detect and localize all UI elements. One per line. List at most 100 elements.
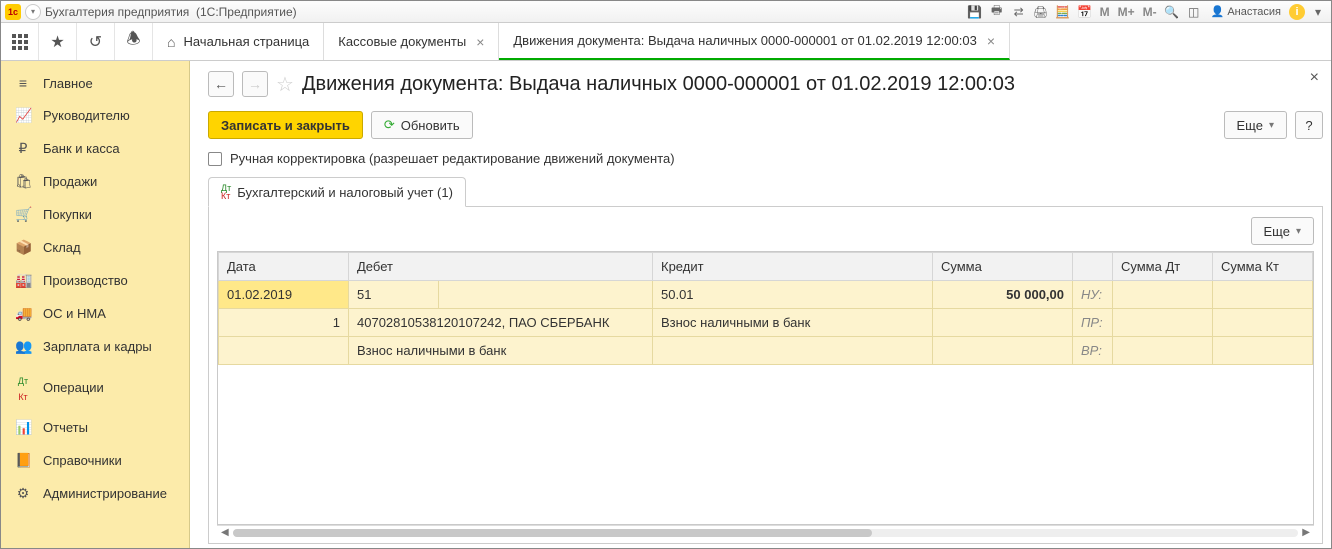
sidebar-item-catalogs[interactable]: 📙Справочники	[1, 444, 189, 477]
cell-credit	[653, 337, 933, 365]
sidebar-item-sales[interactable]: 🛍 Продажи	[1, 165, 189, 198]
cart-icon: 🛒	[15, 206, 31, 223]
sidebar-item-label: Справочники	[43, 453, 122, 468]
tab-home[interactable]: ⌂ Начальная страница	[153, 23, 324, 60]
print-icon[interactable]: 🖶	[988, 4, 1006, 20]
calc-icon[interactable]: 🧮	[1054, 4, 1072, 20]
user-badge[interactable]: 👤Анастасия	[1207, 5, 1285, 18]
cell-nu: НУ:	[1073, 281, 1113, 309]
sidebar-item-manager[interactable]: 📈Руководителю	[1, 99, 189, 132]
m-button[interactable]: M	[1098, 5, 1112, 19]
tab-accounting[interactable]: ДтКт Бухгалтерский и налоговый учет (1)	[208, 177, 466, 207]
write-close-button[interactable]: Записать и закрыть	[208, 111, 363, 139]
sidebar-item-assets[interactable]: 🚚ОС и НМА	[1, 297, 189, 330]
sidebar-item-label: Продажи	[43, 174, 97, 189]
factory-icon: 🏭	[15, 272, 31, 289]
scroll-left-icon[interactable]: ◀	[221, 527, 229, 538]
cell-sumdt	[1113, 337, 1213, 365]
horizontal-scrollbar[interactable]: ◀ ▶	[217, 525, 1314, 539]
favorite-icon[interactable]: ☆	[276, 72, 294, 97]
sidebar-item-label: Покупки	[43, 207, 92, 222]
calendar-icon[interactable]: 📅	[1076, 4, 1094, 20]
sidebar-item-label: Главное	[43, 76, 93, 91]
mminus-button[interactable]: M-	[1141, 5, 1159, 19]
cell-sumkt	[1213, 309, 1313, 337]
sidebar-item-hr[interactable]: 👥Зарплата и кадры	[1, 330, 189, 363]
box-icon: 📦	[15, 239, 31, 256]
page-title: Движения документа: Выдача наличных 0000…	[302, 73, 1015, 96]
tab-document-movements[interactable]: Движения документа: Выдача наличных 0000…	[499, 23, 1010, 60]
tab-cash-documents[interactable]: Кассовые документы ×	[324, 23, 499, 60]
cell-date: 01.02.2019	[219, 281, 349, 309]
col-sumdt[interactable]: Сумма Дт	[1113, 253, 1213, 281]
sidebar-item-purchases[interactable]: 🛒 Покупки	[1, 198, 189, 231]
close-icon[interactable]: ×	[1310, 69, 1319, 87]
compare-icon[interactable]: ⇄	[1010, 4, 1028, 20]
col-sum[interactable]: Сумма	[933, 253, 1073, 281]
cell-debit: 51	[349, 281, 439, 309]
back-button[interactable]: ←	[208, 71, 234, 97]
cell-empty	[219, 337, 349, 365]
close-icon[interactable]: ×	[987, 33, 995, 49]
col-sumkt[interactable]: Сумма Кт	[1213, 253, 1313, 281]
sidebar-item-label: Отчеты	[43, 420, 88, 435]
sidebar-item-label: Производство	[43, 273, 128, 288]
forward-button[interactable]: →	[242, 71, 268, 97]
cell-debit: Взнос наличными в банк	[349, 337, 653, 365]
col-empty	[1073, 253, 1113, 281]
sidebar-item-bank[interactable]: ₽Банк и касса	[1, 132, 189, 165]
sidebar-item-operations[interactable]: ДтКтОперации	[1, 363, 189, 411]
cell-sumkt	[1213, 337, 1313, 365]
cell-debit-sub	[439, 281, 653, 309]
col-credit[interactable]: Кредит	[653, 253, 933, 281]
cell-pr: ПР:	[1073, 309, 1113, 337]
scroll-right-icon[interactable]: ▶	[1302, 527, 1310, 538]
sidebar-item-admin[interactable]: ⚙Администрирование	[1, 477, 189, 510]
panel-icon[interactable]: ◫	[1185, 4, 1203, 20]
bag-icon: 🛍	[15, 173, 31, 190]
content-area: × ← → ☆ Движения документа: Выдача налич…	[190, 61, 1331, 548]
close-icon[interactable]: ×	[476, 34, 484, 50]
cell-sumdt	[1113, 281, 1213, 309]
save-icon[interactable]: 💾	[966, 4, 984, 20]
cell-sum: 50 000,00	[933, 281, 1073, 309]
info-icon[interactable]: i	[1289, 4, 1305, 20]
cell-sum	[933, 337, 1073, 365]
table-row[interactable]: Взнос наличными в банк ВР:	[219, 337, 1313, 365]
titlebar-dropdown-icon[interactable]: ▾	[1309, 4, 1327, 20]
print2-icon[interactable]: 🖨	[1032, 4, 1050, 20]
cell-sumkt	[1213, 281, 1313, 309]
cell-sumdt	[1113, 309, 1213, 337]
star-icon[interactable]: ★	[39, 23, 77, 60]
cell-n: 1	[219, 309, 349, 337]
sidebar-item-main[interactable]: ≡Главное	[1, 67, 189, 99]
bell-icon[interactable]: 🕭	[115, 23, 153, 60]
apps-grid-icon[interactable]	[1, 23, 39, 60]
sidebar-item-production[interactable]: 🏭 Производство	[1, 264, 189, 297]
sidebar-item-label: Склад	[43, 240, 81, 255]
sidebar-item-reports[interactable]: 📊Отчеты	[1, 411, 189, 444]
more-button[interactable]: Еще▾	[1224, 111, 1287, 139]
sidebar-item-label: Администрирование	[43, 486, 167, 501]
help-button[interactable]: ?	[1295, 111, 1323, 139]
col-date[interactable]: Дата	[219, 253, 349, 281]
sidebar-item-label: Зарплата и кадры	[43, 339, 152, 354]
manual-edit-label: Ручная корректировка (разрешает редактир…	[230, 151, 675, 166]
mplus-button[interactable]: M+	[1116, 5, 1137, 19]
table-more-button[interactable]: Еще▾	[1251, 217, 1314, 245]
sidebar-item-warehouse[interactable]: 📦 Склад	[1, 231, 189, 264]
table-row[interactable]: 01.02.2019 51 50.01 50 000,00 НУ:	[219, 281, 1313, 309]
refresh-button[interactable]: ⟳Обновить	[371, 111, 473, 139]
history-icon[interactable]: ↺	[77, 23, 115, 60]
sidebar-item-label: Операции	[43, 380, 104, 395]
search-icon[interactable]: 🔍	[1163, 4, 1181, 20]
movements-table: Дата Дебет Кредит Сумма Сумма Дт Сумма К…	[217, 251, 1314, 525]
app-menu-dropdown-icon[interactable]: ▾	[25, 4, 41, 20]
table-row[interactable]: 1 40702810538120107242, ПАО СБЕРБАНК Взн…	[219, 309, 1313, 337]
tab-label: Кассовые документы	[338, 34, 466, 49]
cell-credit: Взнос наличными в банк	[653, 309, 933, 337]
col-debit[interactable]: Дебет	[349, 253, 653, 281]
manual-edit-checkbox[interactable]	[208, 152, 222, 166]
ruble-icon: ₽	[15, 140, 31, 157]
top-nav: ★ ↺ 🕭 ⌂ Начальная страница Кассовые доку…	[1, 23, 1331, 61]
